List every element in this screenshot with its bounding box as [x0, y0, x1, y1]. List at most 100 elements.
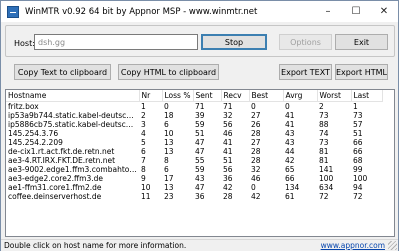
- table-row[interactable]: fritz.box 1 0 71 71 0 0 2 1: [6, 101, 382, 111]
- table-cell: 27: [251, 137, 261, 147]
- table-cell: 18: [164, 110, 174, 120]
- table-row[interactable]: coffee.deinserverhost.de 11 23 36 28 42 61 72 72: [6, 192, 382, 201]
- table-cell: 99: [353, 164, 363, 174]
- table-cell: 73: [319, 137, 329, 147]
- table-cell: 2: [141, 110, 146, 120]
- table-cell: ae3-4.RT.IRX.FKT.DE.retn.net: [8, 155, 116, 165]
- table-cell: 51: [195, 128, 205, 138]
- host-input[interactable]: dsh.gg: [34, 34, 198, 50]
- table-cell: 57: [353, 119, 363, 129]
- table-cell: 66: [353, 146, 363, 156]
- copy-text-button[interactable]: Copy Text to clipboard: [14, 64, 111, 80]
- window-title: WinMTR v0.92 64 bit by Appnor MSP - www.…: [25, 6, 258, 17]
- table-cell: 28: [223, 191, 233, 201]
- table-cell: 36: [195, 191, 205, 201]
- table-cell: 88: [319, 119, 329, 129]
- table-cell: 47: [195, 137, 205, 147]
- table-cell: 71: [195, 101, 205, 111]
- column-header-best[interactable]: Best: [249, 90, 284, 102]
- table-cell: 100: [353, 173, 368, 183]
- winmtr-window: WinMTR v0.92 64 bit by Appnor MSP - www.…: [0, 0, 399, 251]
- table-cell: 73: [353, 110, 363, 120]
- table-cell: 47: [195, 182, 205, 192]
- column-header-sent[interactable]: Sent: [193, 90, 222, 102]
- table-cell: 71: [223, 101, 233, 111]
- appnor-link[interactable]: www.appnor.com: [321, 241, 385, 250]
- column-header-avrg[interactable]: Avrg: [283, 90, 318, 102]
- table-cell: ae1-ffm31.core1.ffm2.de: [8, 182, 102, 192]
- table-cell: 6: [164, 164, 169, 174]
- table-cell: 46: [223, 128, 233, 138]
- column-header-hostname[interactable]: Hostname: [6, 90, 140, 102]
- minimize-button[interactable]: –: [314, 1, 342, 22]
- table-cell: 36: [223, 173, 233, 183]
- table-cell: 145.254.3.76: [8, 128, 59, 138]
- table-body: fritz.box 1 0 71 71 0 0 2 1 ip53a9b744.static.kab…: [6, 101, 382, 201]
- table-cell: 43: [195, 173, 205, 183]
- column-header-loss[interactable]: Loss %: [162, 90, 194, 102]
- window-controls: – ☐ ✕: [314, 1, 398, 22]
- copy-html-button[interactable]: Copy HTML to clipboard: [118, 64, 219, 80]
- table-cell: 100: [319, 173, 334, 183]
- table-row[interactable]: ip53a9b744.static.kabel-deutschland....2…: [6, 111, 382, 120]
- table-cell: 9: [141, 173, 146, 183]
- table-cell: 3: [141, 119, 146, 129]
- table-cell: 73: [319, 110, 329, 120]
- table-cell: 56: [223, 119, 233, 129]
- table-cell: 28: [251, 146, 261, 156]
- table-cell: 39: [195, 110, 205, 120]
- resize-grip-icon[interactable]: [388, 241, 397, 250]
- table-cell: 141: [319, 164, 334, 174]
- table-cell: 59: [195, 164, 205, 174]
- table-cell: 72: [353, 191, 363, 201]
- table-cell: 11: [141, 191, 151, 201]
- trace-table-panel[interactable]: Hostname Nr Loss % Sent Recv Best Avrg W…: [5, 89, 395, 237]
- table-cell: 5: [141, 137, 146, 147]
- table-cell: 56: [223, 164, 233, 174]
- table-cell: 17: [164, 173, 174, 183]
- table-cell: 41: [223, 137, 233, 147]
- stop-button[interactable]: Stop: [201, 34, 267, 50]
- column-header-nr[interactable]: Nr: [139, 90, 163, 102]
- options-button[interactable]: Options: [279, 34, 332, 50]
- table-cell: 134: [285, 182, 300, 192]
- close-button[interactable]: ✕: [370, 1, 398, 22]
- table-row[interactable]: ae3-9002.edge1.ffm3.combahton.net 8 6 59 56 3…: [6, 165, 382, 174]
- table-row[interactable]: ae3-edge2.core2.ffm3.de 9 17 43 36 46 66 100 100: [6, 174, 382, 183]
- exit-button[interactable]: Exit: [335, 34, 388, 50]
- table-cell: 1: [353, 101, 358, 111]
- trace-table: Hostname Nr Loss % Sent Recv Best Avrg W…: [6, 90, 383, 201]
- table-cell: 10: [164, 128, 174, 138]
- table-cell: 43: [285, 137, 295, 147]
- column-header-last[interactable]: Last: [351, 90, 383, 102]
- table-cell: 8: [141, 164, 146, 174]
- column-header-worst[interactable]: Worst: [317, 90, 352, 102]
- table-cell: 94: [353, 182, 363, 192]
- table-cell: 43: [285, 128, 295, 138]
- table-cell: 0: [285, 101, 290, 111]
- export-text-button[interactable]: Export TEXT: [279, 64, 332, 80]
- table-row[interactable]: de-cix1.rt.act.fkt.de.retn.net 6 13 47 41 28 4…: [6, 147, 382, 156]
- table-cell: 44: [285, 146, 295, 156]
- table-row[interactable]: ae3-4.RT.IRX.FKT.DE.retn.net 7 8 55 51 28 42 81…: [6, 156, 382, 165]
- maximize-button[interactable]: ☐: [342, 1, 370, 22]
- export-html-button[interactable]: Export HTML: [335, 64, 388, 80]
- table-cell: 23: [164, 191, 174, 201]
- table-cell: 8: [164, 155, 169, 165]
- table-cell: 0: [251, 101, 256, 111]
- table-cell: 47: [195, 146, 205, 156]
- table-cell: 66: [353, 137, 363, 147]
- table-cell: 634: [319, 182, 334, 192]
- column-header-recv[interactable]: Recv: [221, 90, 250, 102]
- table-cell: fritz.box: [8, 101, 39, 111]
- table-row[interactable]: ae1-ffm31.core1.ffm2.de 10 13 47 42 0 134 634 94: [6, 183, 382, 192]
- table-row[interactable]: 145.254.2.209 5 13 47 41 27 43 73 66: [6, 138, 382, 147]
- table-cell: 2: [319, 101, 324, 111]
- table-cell: 10: [141, 182, 151, 192]
- table-cell: 0: [251, 182, 256, 192]
- title-bar[interactable]: WinMTR v0.92 64 bit by Appnor MSP - www.…: [1, 1, 398, 22]
- table-row[interactable]: 145.254.3.76 4 10 51 46 28 43 74 51: [6, 129, 382, 138]
- status-bar: Double click on host name for more infor…: [1, 239, 398, 251]
- table-row[interactable]: ip5886cb75.static.kabel-deutschland....3…: [6, 120, 382, 129]
- table-cell: 41: [285, 110, 295, 120]
